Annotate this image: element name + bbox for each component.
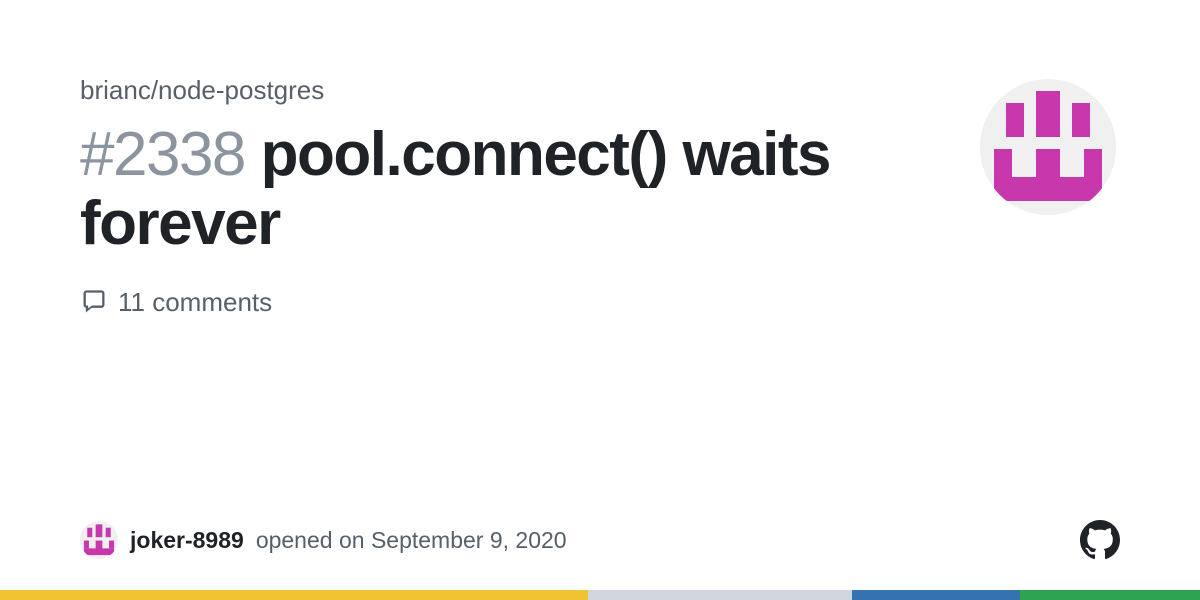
author-username[interactable]: joker-8989 [130,527,244,554]
comments-icon [80,288,108,316]
lang-bar-segment [1020,590,1200,600]
github-logo-icon[interactable] [1080,520,1120,560]
identicon-small [80,521,118,559]
author-avatar-small[interactable] [80,521,118,559]
issue-info: brianc/node-postgres #2338 pool.connect(… [80,75,860,318]
lang-bar-segment [852,590,1020,600]
issue-number: #2338 [80,120,245,189]
issue-title: #2338 pool.connect() waits forever [80,120,860,259]
repo-path[interactable]: brianc/node-postgres [80,75,860,106]
footer-author: joker-8989 opened on September 9, 2020 [80,521,567,559]
author-avatar-large[interactable] [980,79,1116,215]
lang-bar-segment [588,590,852,600]
lang-bar-segment [0,590,588,600]
identicon-large [980,79,1116,215]
comments-row: 11 comments [80,287,860,318]
language-color-bar [0,590,1200,600]
footer: joker-8989 opened on September 9, 2020 [0,520,1200,590]
comments-count: 11 comments [118,287,272,318]
opened-label: opened on September 9, 2020 [256,527,567,554]
main-content: brianc/node-postgres #2338 pool.connect(… [0,0,1200,318]
